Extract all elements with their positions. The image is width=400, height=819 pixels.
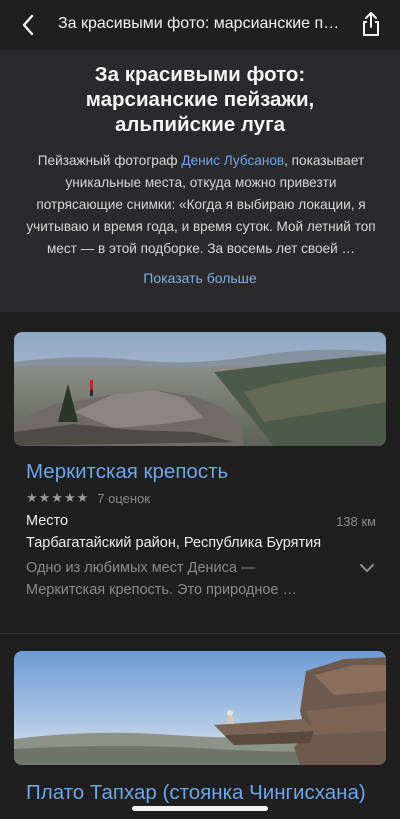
place-photo[interactable]	[14, 332, 386, 446]
rating-row: ★★★★★ 7 оценок	[26, 490, 150, 506]
landscape-photo	[14, 332, 386, 446]
nav-title: За красивыми фото: марсианские пейзажи, …	[58, 15, 343, 32]
place-address: Тарбагатайский район, Республика Бурятия	[26, 535, 322, 551]
share-icon	[363, 12, 379, 36]
collection-description: Пейзажный фотограф Денис Лубсанов, показ…	[24, 150, 378, 260]
place-title[interactable]: Плато Тапхар (стоянка Чингисхана)	[26, 781, 366, 805]
back-button[interactable]	[14, 12, 42, 38]
place-type-row: Место 138 км	[26, 513, 376, 529]
show-more-button[interactable]: Показать больше	[0, 270, 400, 286]
place-photo[interactable]	[14, 651, 386, 765]
description-prefix: Пейзажный фотограф	[37, 153, 182, 168]
star-rating-icon: ★★★★★	[26, 490, 90, 505]
description-suffix: , показывает уникальные места, откуда мо…	[26, 153, 376, 256]
home-indicator[interactable]	[132, 806, 268, 811]
landscape-photo	[14, 651, 386, 765]
distance: 138 км	[336, 514, 376, 529]
share-button[interactable]	[358, 10, 384, 38]
navigation-bar: За красивыми фото: марсианские пейзажи, …	[0, 0, 400, 50]
place-snippet: Одно из любимых мест Дениса — Меркитская…	[26, 560, 297, 598]
author-link[interactable]: Денис Лубсанов	[181, 153, 284, 168]
chevron-left-icon	[22, 14, 34, 36]
divider	[0, 633, 400, 634]
chevron-down-icon	[360, 564, 374, 572]
place-title[interactable]: Меркитская крепость	[26, 460, 228, 484]
expand-button[interactable]	[356, 557, 378, 579]
rating-count: 7 оценок	[97, 490, 150, 506]
place-type: Место	[26, 513, 69, 529]
collection-title: За красивыми фото: марсианские пейзажи, …	[85, 63, 315, 136]
